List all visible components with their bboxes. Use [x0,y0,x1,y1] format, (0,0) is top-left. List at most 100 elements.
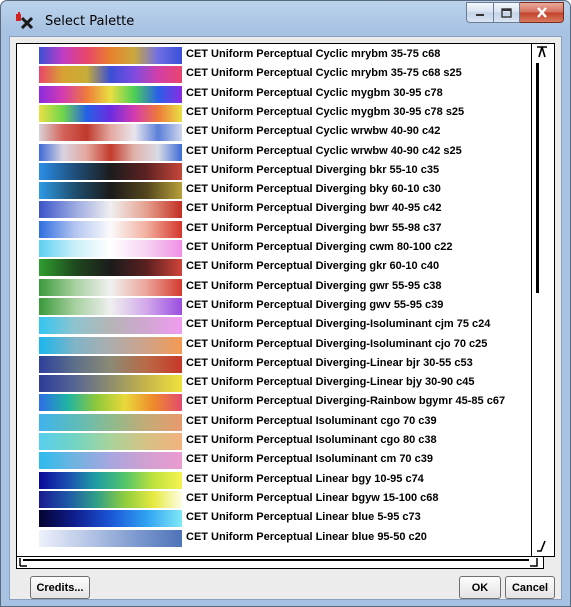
palette-label: CET Uniform Perceptual Diverging bkr 55-… [186,163,440,176]
maximize-icon [501,7,512,18]
palette-swatch [39,182,182,200]
palette-swatch [39,104,182,122]
palette-swatch [39,259,182,277]
palette-swatch [39,201,182,219]
ok-button[interactable]: OK [459,576,501,599]
palette-label: CET Uniform Perceptual Diverging-Linear … [186,356,473,369]
dialog-body: CET Uniform Perceptual Cyclic mrybm 35-7… [9,36,562,600]
title-bar[interactable]: Select Palette [1,1,570,36]
close-button[interactable] [520,2,564,23]
palette-row[interactable]: CET Uniform Perceptual Isoluminant cgo 7… [17,413,531,431]
palette-row[interactable]: CET Uniform Perceptual Diverging-Linear … [17,355,531,373]
palette-swatch [39,85,182,103]
palette-swatch [39,471,182,489]
palette-row[interactable]: CET Uniform Perceptual Diverging cwm 80-… [17,239,531,257]
palette-label: CET Uniform Perceptual Diverging-Isolumi… [186,337,488,350]
palette-label: CET Uniform Perceptual Cyclic mygbm 30-9… [186,105,465,118]
palette-label: CET Uniform Perceptual Diverging cwm 80-… [186,241,453,253]
palette-row[interactable]: CET Uniform Perceptual Isoluminant cm 70… [17,451,531,470]
palette-label: CET Uniform Perceptual Cyclic wrwbw 40-9… [186,125,441,138]
palette-row[interactable]: CET Uniform Perceptual Diverging gwr 55-… [17,278,531,296]
scroll-up-icon[interactable] [535,46,549,58]
palette-row[interactable]: CET Uniform Perceptual Diverging bwr 55-… [17,220,531,238]
cancel-button[interactable]: Cancel [505,576,555,599]
palette-row[interactable]: CET Uniform Perceptual Diverging-Isolumi… [17,336,531,354]
palette-label: CET Uniform Perceptual Isoluminant cm 70… [186,453,433,466]
palette-swatch [39,143,182,161]
palette-label: CET Uniform Perceptual Cyclic wrwbw 40-9… [186,144,462,157]
palette-row[interactable]: CET Uniform Perceptual Isoluminant cgo 8… [17,432,531,450]
palette-label: CET Uniform Perceptual Diverging gwv 55-… [186,298,444,311]
palette-label: CET Uniform Perceptual Cyclic mrybm 35-7… [186,48,441,60]
palette-row[interactable]: CET Uniform Perceptual Diverging gwv 55-… [17,297,531,315]
palette-label: CET Uniform Perceptual Isoluminant cgo 7… [186,414,437,427]
palette-swatch [39,297,182,315]
palette-row[interactable]: CET Uniform Perceptual Cyclic mygbm 30-9… [17,104,531,122]
scroll-right-icon[interactable] [529,557,539,567]
palette-swatch [39,413,182,431]
vertical-scroll-thumb[interactable] [536,63,539,293]
horizontal-scrollbar[interactable] [16,557,544,569]
palette-swatch [39,66,182,84]
palette-swatch [39,220,182,238]
palette-swatch [39,375,182,393]
window-title: Select Palette [45,14,135,29]
palette-swatch [39,278,182,296]
palette-swatch [39,490,182,508]
minimize-button[interactable] [466,2,494,23]
palette-row[interactable]: CET Uniform Perceptual Cyclic mrybm 35-7… [17,46,531,64]
scroll-down-icon[interactable] [535,540,549,552]
palette-label: CET Uniform Perceptual Cyclic mygbm 30-9… [186,86,443,99]
palette-row[interactable]: CET Uniform Perceptual Linear bgyw 15-10… [17,490,531,508]
palette-label: CET Uniform Perceptual Diverging-Isolumi… [186,318,491,331]
vertical-scrollbar[interactable] [531,44,554,556]
palette-row[interactable]: CET Uniform Perceptual Linear bgy 10-95 … [17,471,531,489]
palette-row[interactable]: CET Uniform Perceptual Cyclic wrwbw 40-9… [17,123,531,142]
palette-swatch [39,317,182,335]
scroll-left-icon[interactable] [18,557,28,567]
palette-label: CET Uniform Perceptual Diverging-Rainbow… [186,395,506,408]
close-icon [536,7,547,18]
palette-label: CET Uniform Perceptual Linear bgy 10-95 … [186,472,424,485]
palette-label: CET Uniform Perceptual Linear blue 95-50… [186,530,427,543]
palette-swatch [39,394,182,412]
palette-row[interactable]: CET Uniform Perceptual Diverging gkr 60-… [17,258,531,277]
minimize-icon [476,13,484,16]
palette-row[interactable]: CET Uniform Perceptual Cyclic wrwbw 40-9… [17,143,531,161]
palette-row[interactable]: CET Uniform Perceptual Cyclic mygbm 30-9… [17,85,531,103]
palette-row[interactable]: CET Uniform Perceptual Diverging-Isolumi… [17,316,531,335]
palette-swatch [39,162,182,180]
palette-swatch [39,433,182,450]
horizontal-scroll-thumb[interactable] [23,559,529,561]
palette-row[interactable]: CET Uniform Perceptual Diverging bwr 40-… [17,200,531,219]
palette-label: CET Uniform Perceptual Diverging bwr 40-… [186,202,442,215]
palette-list[interactable]: CET Uniform Perceptual Cyclic mrybm 35-7… [16,43,555,557]
palette-swatch [39,355,182,373]
palette-row[interactable]: CET Uniform Perceptual Linear blue 5-95 … [17,509,531,528]
app-logo-icon [16,12,33,29]
palette-label: CET Uniform Perceptual Cyclic mrybm 35-7… [186,67,462,80]
palette-label: CET Uniform Perceptual Diverging gkr 60-… [186,260,440,273]
palette-row[interactable]: CET Uniform Perceptual Linear blue 95-50… [17,529,531,547]
palette-label: CET Uniform Perceptual Linear blue 5-95 … [186,511,421,524]
palette-row[interactable]: CET Uniform Perceptual Diverging-Linear … [17,374,531,393]
palette-label: CET Uniform Perceptual Diverging bky 60-… [186,183,441,196]
palette-swatch [39,510,182,528]
palette-swatch [39,452,182,470]
credits-button[interactable]: Credits... [30,576,90,599]
palette-swatch [39,47,182,64]
palette-label: CET Uniform Perceptual Diverging-Linear … [186,376,475,389]
palette-label: CET Uniform Perceptual Isoluminant cgo 8… [186,434,437,446]
select-palette-window: Select Palette CET Uniform Perceptual Cy… [0,0,571,607]
window-controls [466,2,564,23]
palette-swatch [39,529,182,547]
maximize-button[interactable] [494,2,520,23]
palette-row[interactable]: CET Uniform Perceptual Diverging bky 60-… [17,181,531,200]
palette-row[interactable]: CET Uniform Perceptual Diverging-Rainbow… [17,393,531,412]
palette-swatch [39,124,182,142]
palette-label: CET Uniform Perceptual Diverging bwr 55-… [186,221,442,234]
palette-label: CET Uniform Perceptual Diverging gwr 55-… [186,279,442,292]
palette-row[interactable]: CET Uniform Perceptual Diverging bkr 55-… [17,162,531,180]
palette-swatch [39,240,182,257]
palette-row[interactable]: CET Uniform Perceptual Cyclic mrybm 35-7… [17,65,531,84]
